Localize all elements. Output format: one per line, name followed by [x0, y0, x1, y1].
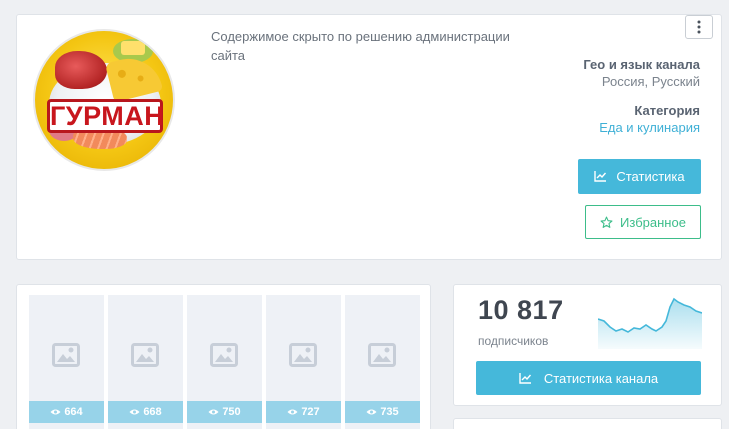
vertical-dots-icon	[697, 20, 701, 34]
star-outline-icon	[600, 216, 613, 228]
chart-line-icon	[594, 171, 607, 182]
statistics-button[interactable]: Статистика	[578, 159, 701, 194]
favorite-button-label: Избранное	[620, 214, 686, 230]
channel-info-card: ГУРМАН Содержимое скрыто по решению адми…	[16, 14, 722, 260]
post-views-count: 735	[380, 406, 399, 418]
subscribers-card: 10 817 подписчиков Статистика канала	[453, 284, 722, 406]
chart-line-icon	[519, 372, 531, 384]
post-views: 664	[29, 401, 104, 423]
favorite-button[interactable]: Избранное	[585, 205, 701, 239]
image-icon	[52, 343, 80, 367]
post-views: 668	[108, 401, 183, 423]
channel-statistics-button[interactable]: Статистика канала	[476, 361, 701, 395]
geo-value: Россия, Русский	[601, 74, 700, 89]
image-icon	[210, 343, 238, 367]
image-icon	[289, 343, 317, 367]
post-views-count: 750	[222, 406, 241, 418]
eye-icon	[50, 409, 61, 415]
image-icon	[368, 343, 396, 367]
avatar-logo-text: ГУРМАН	[47, 99, 164, 133]
butter-graphic	[121, 41, 145, 55]
hidden-content-message: Содержимое скрыто по решению администрац…	[211, 29, 510, 63]
eye-icon	[287, 409, 298, 415]
post-views: 727	[266, 401, 341, 423]
next-card	[453, 418, 722, 429]
eye-icon	[129, 409, 140, 415]
post-views-count: 668	[143, 406, 162, 418]
category-info: Категория Еда и кулинария	[599, 102, 700, 136]
post-views-count: 727	[301, 406, 320, 418]
geo-label: Гео и язык канала	[583, 57, 700, 72]
subscriber-sparkline	[598, 297, 702, 349]
geo-info: Гео и язык канала Россия, Русский	[583, 56, 700, 90]
post-thumbnail[interactable]: 735	[345, 295, 420, 429]
subscriber-label: подписчиков	[478, 334, 549, 348]
post-thumbnail[interactable]: 727	[266, 295, 341, 429]
post-thumbnail[interactable]: 664	[29, 295, 104, 429]
category-label: Категория	[634, 103, 700, 118]
post-thumbnails: 664 668 750 727 735	[29, 295, 420, 429]
post-views-count: 664	[64, 406, 83, 418]
post-thumbnail[interactable]: 668	[108, 295, 183, 429]
recent-posts-card: 664 668 750 727 735	[16, 284, 431, 429]
eye-icon	[208, 409, 219, 415]
eye-icon	[366, 409, 377, 415]
subscriber-count: 10 817	[478, 295, 564, 325]
channel-avatar: ГУРМАН	[33, 29, 175, 171]
statistics-button-label: Статистика	[616, 169, 685, 184]
category-link[interactable]: Еда и кулинария	[599, 119, 700, 136]
channel-statistics-button-label: Статистика канала	[543, 370, 659, 386]
post-views: 735	[345, 401, 420, 423]
post-views: 750	[187, 401, 262, 423]
post-thumbnail[interactable]: 750	[187, 295, 262, 429]
image-icon	[131, 343, 159, 367]
meat-graphic	[55, 51, 107, 89]
more-menu-button[interactable]	[685, 15, 713, 39]
